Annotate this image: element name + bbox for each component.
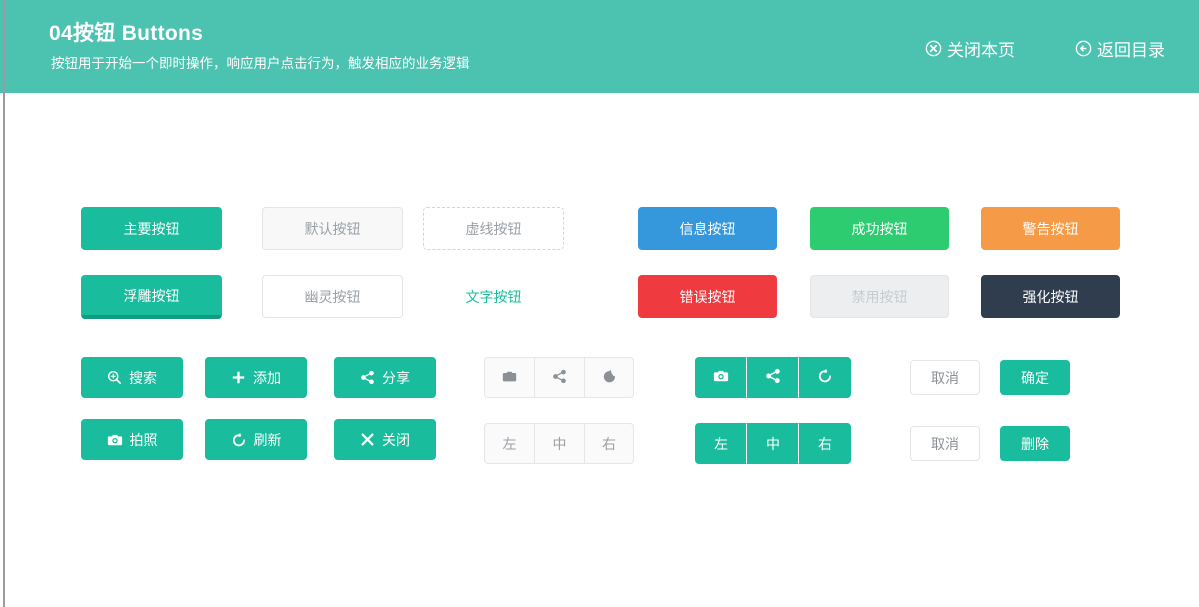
group-button-label: 右 — [818, 434, 832, 454]
camera-icon — [502, 369, 517, 387]
button-label: 信息按钮 — [680, 222, 736, 236]
icon-button-group-light — [484, 357, 634, 398]
button-label: 强化按钮 — [1023, 290, 1079, 304]
refresh-icon — [231, 432, 247, 448]
group-button-left[interactable]: 左 — [695, 423, 747, 464]
group-button-label: 左 — [503, 434, 517, 454]
content-area: 主要按钮 默认按钮 虚线按钮 信息按钮 成功按钮 警告按钮 浮雕按钮 — [5, 93, 1199, 607]
icon-button-group-green — [695, 357, 851, 398]
text-button-group-light: 左 中 右 — [484, 423, 634, 464]
page-subtitle: 按钮用于开始一个即时操作，响应用户点击行为，触发相应的业务逻辑 — [51, 52, 470, 72]
button-search[interactable]: 搜索 — [81, 357, 183, 398]
button-label: 删除 — [1021, 437, 1049, 451]
group-button-refresh[interactable] — [584, 357, 634, 398]
button-close[interactable]: 关闭 — [334, 419, 436, 460]
button-share[interactable]: 分享 — [334, 357, 436, 398]
button-ghost[interactable]: 幽灵按钮 — [262, 275, 403, 318]
group-button-center[interactable]: 中 — [534, 423, 584, 464]
button-label: 拍照 — [130, 433, 158, 447]
circle-close-icon — [925, 40, 942, 57]
button-label: 搜索 — [129, 371, 157, 385]
button-label: 取消 — [931, 437, 959, 451]
header-actions: 关闭本页 返回目录 — [925, 36, 1165, 61]
group-button-center[interactable]: 中 — [747, 423, 799, 464]
close-x-icon — [360, 432, 375, 447]
button-label: 浮雕按钮 — [124, 289, 180, 303]
button-label: 成功按钮 — [852, 222, 908, 236]
button-label: 警告按钮 — [1023, 222, 1079, 236]
group-button-camera[interactable] — [695, 357, 747, 398]
text-button-group-green: 左 中 右 — [695, 423, 851, 464]
group-button-right[interactable]: 右 — [584, 423, 634, 464]
button-label: 添加 — [253, 371, 281, 385]
group-button-left[interactable]: 左 — [484, 423, 534, 464]
cancel-button[interactable]: 取消 — [910, 426, 980, 461]
refresh-icon — [817, 368, 833, 387]
share-alt-icon — [765, 368, 781, 387]
delete-button[interactable]: 删除 — [1000, 426, 1070, 461]
button-dashed[interactable]: 虚线按钮 — [423, 207, 564, 250]
button-label: 主要按钮 — [124, 222, 180, 236]
button-text[interactable]: 文字按钮 — [423, 275, 564, 318]
group-button-label: 左 — [714, 434, 728, 454]
button-label: 错误按钮 — [680, 290, 736, 304]
button-camera[interactable]: 拍照 — [81, 419, 183, 460]
button-label: 幽灵按钮 — [305, 290, 361, 304]
button-label: 分享 — [382, 371, 410, 385]
button-danger[interactable]: 错误按钮 — [638, 275, 777, 318]
refresh-icon — [602, 369, 617, 387]
button-embossed[interactable]: 浮雕按钮 — [81, 275, 222, 319]
circle-arrow-left-icon — [1075, 40, 1092, 57]
button-label: 取消 — [931, 371, 959, 385]
plus-icon — [231, 370, 246, 385]
button-label: 关闭 — [382, 433, 410, 447]
page-root: 04按钮 Buttons 按钮用于开始一个即时操作，响应用户点击行为，触发相应的… — [0, 0, 1199, 607]
group-button-share[interactable] — [534, 357, 584, 398]
button-success[interactable]: 成功按钮 — [810, 207, 949, 250]
confirm-button[interactable]: 确定 — [1000, 360, 1070, 395]
group-button-label: 中 — [553, 434, 567, 454]
button-default[interactable]: 默认按钮 — [262, 207, 403, 250]
back-to-menu-label: 返回目录 — [1097, 36, 1165, 61]
button-label: 默认按钮 — [305, 222, 361, 236]
button-primary[interactable]: 主要按钮 — [81, 207, 222, 250]
button-disabled: 禁用按钮 — [810, 275, 949, 318]
button-label: 文字按钮 — [466, 290, 522, 304]
button-add[interactable]: 添加 — [205, 357, 307, 398]
back-to-menu-button[interactable]: 返回目录 — [1075, 36, 1165, 61]
group-button-right[interactable]: 右 — [799, 423, 851, 464]
button-warning[interactable]: 警告按钮 — [981, 207, 1120, 250]
button-info[interactable]: 信息按钮 — [638, 207, 777, 250]
page-title: 04按钮 Buttons — [49, 17, 203, 47]
camera-icon — [107, 432, 123, 448]
button-label: 禁用按钮 — [852, 290, 908, 304]
group-button-label: 右 — [602, 434, 616, 454]
group-button-share[interactable] — [747, 357, 799, 398]
cancel-button[interactable]: 取消 — [910, 360, 980, 395]
close-page-button[interactable]: 关闭本页 — [925, 36, 1015, 61]
button-refresh[interactable]: 刷新 — [205, 419, 307, 460]
button-label: 确定 — [1021, 371, 1049, 385]
share-alt-icon — [360, 370, 375, 385]
button-label: 虚线按钮 — [466, 222, 522, 236]
search-plus-icon — [107, 370, 122, 385]
group-button-refresh[interactable] — [799, 357, 851, 398]
page-header: 04按钮 Buttons 按钮用于开始一个即时操作，响应用户点击行为，触发相应的… — [5, 0, 1199, 93]
group-button-camera[interactable] — [484, 357, 534, 398]
button-label: 刷新 — [254, 433, 282, 447]
camera-icon — [713, 368, 729, 387]
group-button-label: 中 — [766, 434, 780, 454]
share-alt-icon — [552, 369, 567, 387]
close-page-label: 关闭本页 — [947, 36, 1015, 61]
button-dark[interactable]: 强化按钮 — [981, 275, 1120, 318]
